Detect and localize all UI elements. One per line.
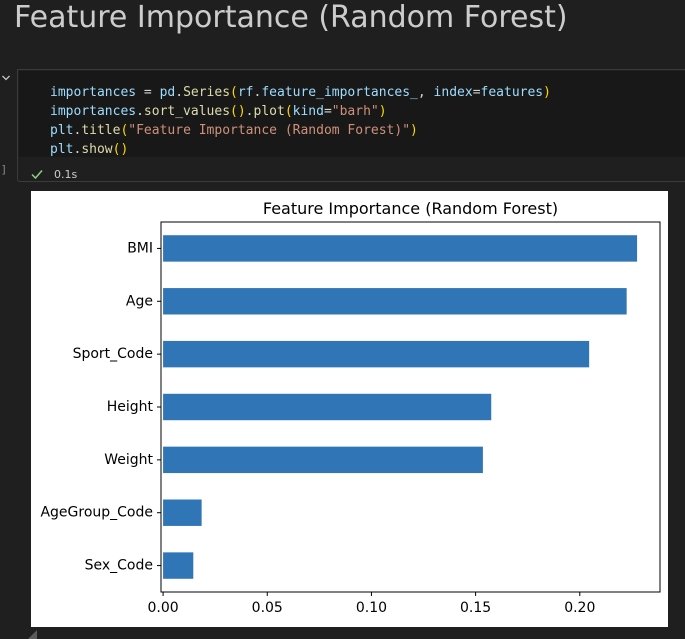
bar — [163, 288, 627, 315]
code-text[interactable]: importances = pd.Series(rf.feature_impor… — [50, 83, 551, 159]
x-tick-label: 0.10 — [356, 600, 387, 616]
code-cell[interactable]: importances = pd.Series(rf.feature_impor… — [17, 69, 685, 182]
category-label: Height — [107, 399, 154, 415]
x-tick-label: 0.20 — [564, 600, 595, 616]
bar — [163, 393, 492, 421]
chevron-down-icon[interactable] — [1, 72, 11, 84]
bar — [163, 552, 194, 579]
x-tick-label: 0.00 — [147, 600, 178, 616]
code-line: importances.sort_values().plot(kind="bar… — [50, 104, 387, 119]
bar — [163, 499, 202, 526]
category-label: Weight — [104, 452, 153, 468]
execution-time: 0.1s — [54, 167, 78, 181]
execution-count: 1] — [0, 163, 8, 176]
x-tick-label: 0.15 — [460, 600, 491, 616]
chart-title: Feature Importance (Random Forest) — [263, 199, 558, 218]
category-label: BMI — [127, 240, 153, 256]
category-label: AgeGroup_Code — [40, 505, 153, 521]
feature-importance-chart: Sex_Code AgeGroup_Code Weight Height Sport_C… — [40, 199, 661, 616]
code-line: plt.show() — [50, 142, 129, 157]
bar — [163, 340, 590, 368]
check-icon — [31, 170, 43, 180]
resize-corner-icon — [28, 630, 37, 639]
category-label: Sex_Code — [85, 558, 153, 574]
x-tick-label: 0.05 — [252, 600, 283, 616]
category-label: Sport_Code — [73, 346, 153, 362]
execution-status: 0.1s — [30, 166, 77, 182]
code-line: importances = pd.Series(rf.feature_impor… — [50, 85, 551, 100]
cell-output-plot: Sex_Code AgeGroup_Code Weight Height Sport_C… — [31, 191, 668, 627]
category-label: Age — [126, 293, 153, 309]
markdown-heading: Feature Importance (Random Forest) — [14, 0, 568, 35]
bar — [163, 446, 483, 474]
bar — [163, 235, 638, 262]
code-editor[interactable]: importances = pd.Series(rf.feature_impor… — [19, 71, 685, 157]
code-line: plt.title("Feature Importance (Random Fo… — [50, 123, 418, 138]
